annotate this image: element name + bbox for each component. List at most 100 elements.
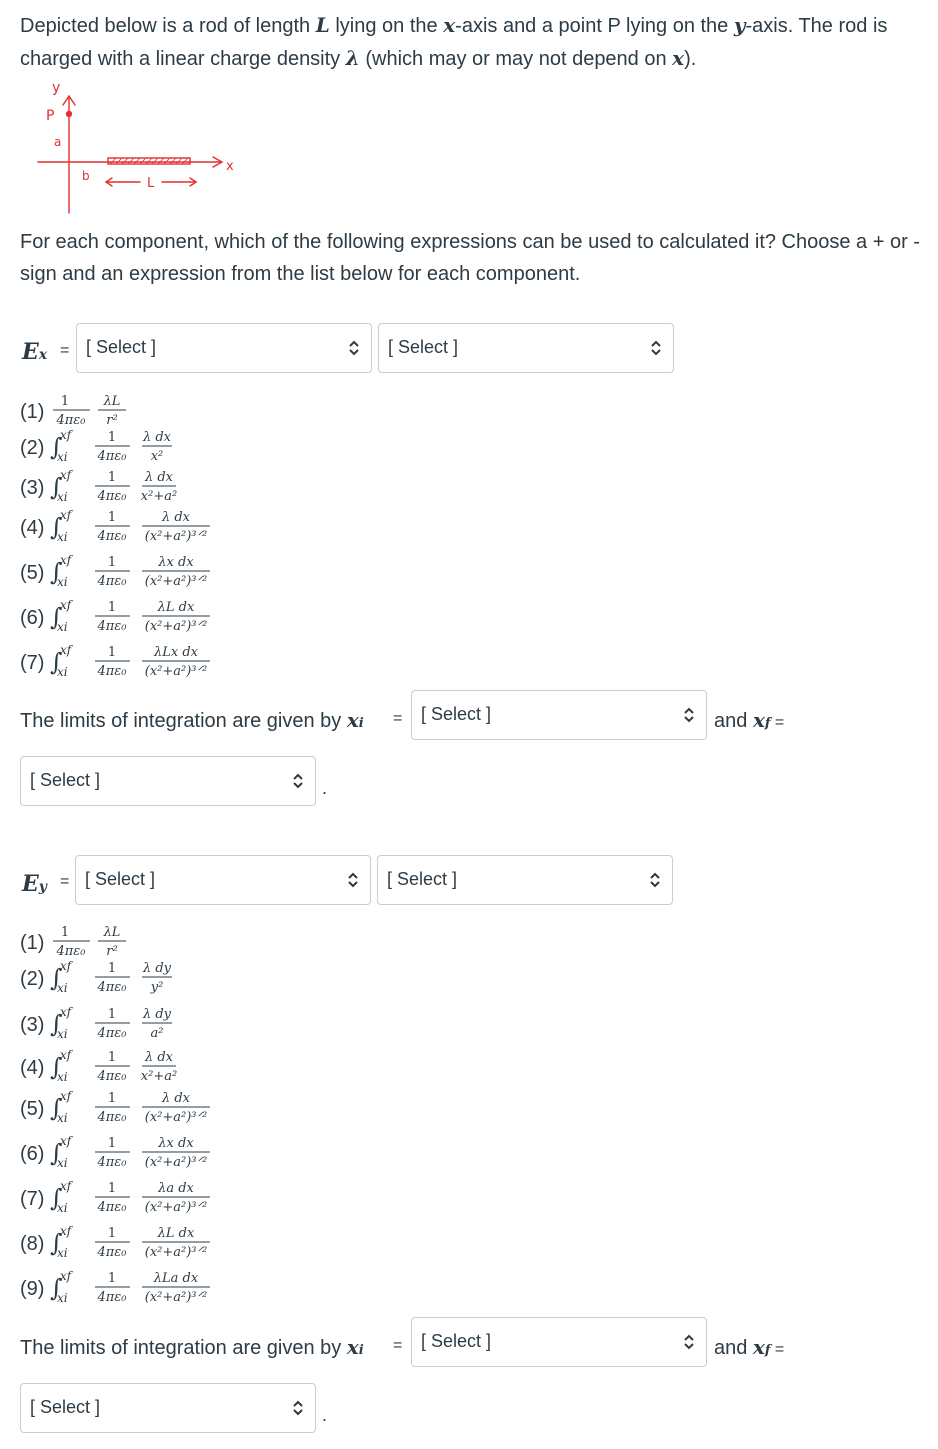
formula: ∫xfxi14πε₀λ dxx²+a² <box>50 1048 177 1084</box>
denominator: 4πε₀ <box>96 449 127 464</box>
denominator: a² <box>151 1026 164 1041</box>
lower-limit: xi <box>57 1201 68 1215</box>
option-number: (7) <box>20 1188 45 1210</box>
denominator: (x²+a²)³ᐟ² <box>145 1110 207 1125</box>
numerator: λL dx <box>157 600 195 615</box>
chevron-updown-icon <box>684 1334 694 1350</box>
formula: ∫xfxi14πε₀λL dx(x²+a²)³ᐟ² <box>50 1224 210 1260</box>
formula: ∫xfxi14πε₀λ dyy² <box>50 959 172 995</box>
ey-expression-select[interactable]: [ Select ] <box>377 855 673 905</box>
option-number: (2) <box>20 968 45 990</box>
lower-limit: xi <box>57 575 68 589</box>
denominator: 4πε₀ <box>96 1026 127 1041</box>
numerator: 1 <box>108 510 116 525</box>
chevron-updown-icon <box>684 707 694 723</box>
intro-text: lying on the <box>329 15 444 37</box>
lower-limit: xi <box>57 530 68 544</box>
diagram-x-label: x <box>226 159 234 174</box>
ex-xi-select[interactable]: [ Select ] <box>411 690 707 740</box>
numerator: λ dx <box>142 430 172 445</box>
upper-limit: xf <box>60 1048 74 1062</box>
upper-limit: xf <box>60 598 74 612</box>
numerator: λa dx <box>157 1181 194 1196</box>
option-number: (9) <box>20 1278 45 1300</box>
denominator: 4πε₀ <box>96 1200 127 1215</box>
formula: ∫xfxi14πε₀λLa dx(x²+a²)³ᐟ² <box>50 1269 210 1305</box>
diagram-l-label: L <box>147 176 155 191</box>
denominator: 4πε₀ <box>96 664 127 679</box>
upper-limit: xf <box>60 428 74 442</box>
numerator: λ dx <box>144 1050 174 1065</box>
lower-limit: xi <box>57 1027 68 1041</box>
ey-and-xf: and xf = <box>714 1335 785 1359</box>
ey-limits-text: The limits of integration are given by x… <box>20 1335 364 1359</box>
intro-text: Depicted below is a rod of length <box>20 15 316 37</box>
option-number: (5) <box>20 1098 45 1120</box>
numerator: 1 <box>61 394 69 409</box>
upper-limit: xf <box>60 1134 74 1148</box>
denominator: 4πε₀ <box>96 1155 127 1170</box>
denominator: 4πε₀ <box>96 489 127 504</box>
numerator: 1 <box>108 961 116 976</box>
ex-xf-select[interactable]: [ Select ] <box>20 756 316 806</box>
denominator: (x²+a²)³ᐟ² <box>145 1245 207 1260</box>
select-label: [ Select ] <box>387 869 458 889</box>
ey-label: Ey <box>22 871 47 897</box>
formula: ∫xfxi14πε₀λ dya² <box>50 1005 172 1041</box>
ex-limits-text: The limits of integration are given by x… <box>20 708 364 732</box>
denominator: 4πε₀ <box>55 413 86 428</box>
formula: ∫xfxi14πε₀λx dx(x²+a²)³ᐟ² <box>50 553 210 589</box>
numerator: 1 <box>108 1271 116 1286</box>
x-symbol: x <box>443 13 456 37</box>
equals-sign: = <box>60 342 70 359</box>
numerator: 1 <box>108 470 116 485</box>
ey-xi-select[interactable]: [ Select ] <box>411 1317 707 1367</box>
denominator: x²+a² <box>141 489 177 504</box>
equals-sign: = <box>393 1337 403 1354</box>
numerator: 1 <box>108 430 116 445</box>
numerator: 1 <box>108 555 116 570</box>
denominator: x² <box>151 449 164 464</box>
ey-sign-select[interactable]: [ Select ] <box>75 855 371 905</box>
ex-sign-select[interactable]: [ Select ] <box>76 323 372 373</box>
equals-sign: = <box>393 710 403 727</box>
formula: ∫xfxi14πε₀λ dx(x²+a²)³ᐟ² <box>50 1089 210 1125</box>
denominator: 4πε₀ <box>55 944 86 959</box>
numerator: λL <box>103 925 121 940</box>
select-label: [ Select ] <box>421 1331 492 1351</box>
upper-limit: xf <box>60 1269 74 1283</box>
numerator: λ dy <box>142 1007 172 1022</box>
option-number: (6) <box>20 1143 45 1165</box>
upper-limit: xf <box>60 643 74 657</box>
formula: ∫xfxi14πε₀λ dx(x²+a²)³ᐟ² <box>50 508 210 544</box>
select-label: [ Select ] <box>30 770 101 790</box>
lower-limit: xi <box>57 450 68 464</box>
select-label: [ Select ] <box>86 337 157 357</box>
intro-paragraph: Depicted below is a rod of length L lyin… <box>20 9 925 75</box>
denominator: x²+a² <box>141 1069 177 1084</box>
upper-limit: xf <box>60 1089 74 1103</box>
option-number: (4) <box>20 517 45 539</box>
numerator: λLx dx <box>153 645 199 660</box>
denominator: 4πε₀ <box>96 619 127 634</box>
ey-xf-select[interactable]: [ Select ] <box>20 1383 316 1433</box>
rod-hatching <box>109 157 189 165</box>
lower-limit: xi <box>57 1246 68 1260</box>
denominator: 4πε₀ <box>96 1069 127 1084</box>
lower-limit: xi <box>57 1156 68 1170</box>
lower-limit: xi <box>57 1111 68 1125</box>
lower-limit: xi <box>57 1070 68 1084</box>
equals-sign: = <box>60 873 70 890</box>
option-number: (1) <box>20 932 45 954</box>
denominator: y² <box>150 980 164 995</box>
chevron-updown-icon <box>650 872 660 888</box>
numerator: λLa dx <box>153 1271 199 1286</box>
numerator: λL dx <box>157 1226 195 1241</box>
formula: ∫xfxi14πε₀λx dx(x²+a²)³ᐟ² <box>50 1134 210 1170</box>
diagram-p-label: P <box>46 108 54 124</box>
ex-expression-select[interactable]: [ Select ] <box>378 323 674 373</box>
lower-limit: xi <box>57 665 68 679</box>
numerator: λx dx <box>157 1136 194 1151</box>
y-symbol: y <box>733 13 746 37</box>
lower-limit: xi <box>57 490 68 504</box>
